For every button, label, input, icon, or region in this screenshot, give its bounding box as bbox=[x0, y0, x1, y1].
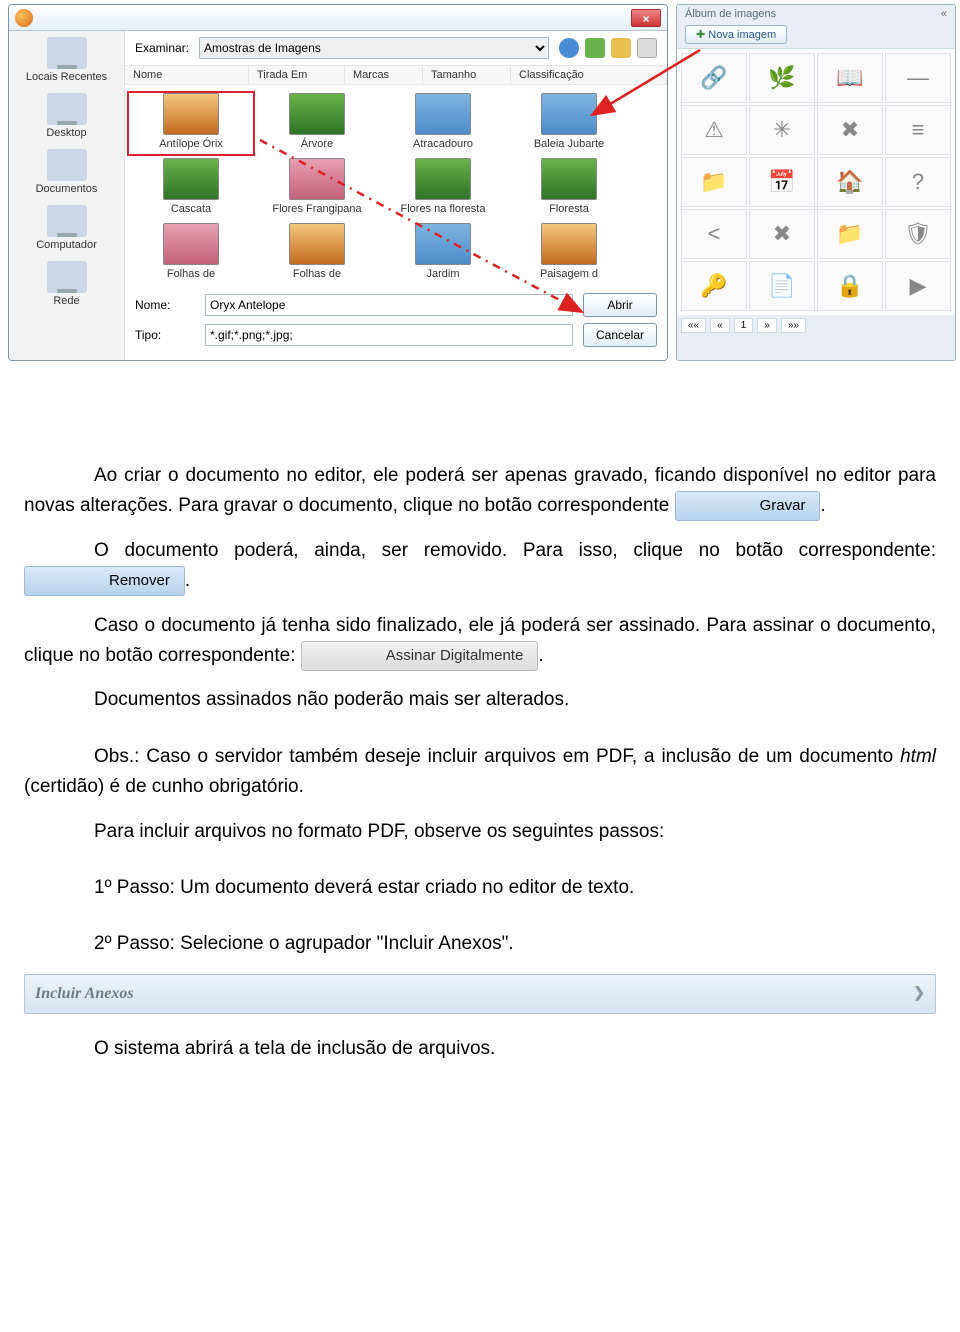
sidebar-item-documents[interactable]: Documentos bbox=[9, 147, 124, 203]
gravar-button[interactable]: Gravar bbox=[675, 491, 821, 521]
firefox-icon bbox=[15, 9, 33, 27]
album-icon[interactable]: ✳ bbox=[749, 105, 815, 155]
dialog-titlebar: × bbox=[9, 5, 667, 31]
sidebar-item-computer[interactable]: Computador bbox=[9, 203, 124, 259]
file-open-dialog: × Locais Recentes Desktop Documentos Com… bbox=[8, 4, 668, 361]
folder-icon[interactable] bbox=[611, 38, 631, 58]
examine-label: Examinar: bbox=[135, 41, 189, 55]
image-album-panel: Álbum de imagens« Nova imagem 🔗🌿📖—⚠✳✖≡📁📅… bbox=[676, 4, 956, 361]
album-icon[interactable]: 🔑 bbox=[681, 261, 747, 311]
album-icon[interactable]: ? bbox=[885, 157, 951, 207]
album-icon[interactable]: < bbox=[681, 209, 747, 259]
album-icon[interactable]: ✖ bbox=[749, 209, 815, 259]
remover-button[interactable]: Remover bbox=[24, 566, 185, 596]
album-icon[interactable]: 📄 bbox=[749, 261, 815, 311]
file-item[interactable]: Folhas de bbox=[255, 223, 379, 284]
file-item[interactable]: Flores Frangipana bbox=[255, 158, 379, 219]
name-label: Nome: bbox=[135, 298, 195, 312]
file-item[interactable]: Folhas de bbox=[129, 223, 253, 284]
folder-select[interactable]: Amostras de Imagens bbox=[199, 37, 549, 59]
filename-input[interactable] bbox=[205, 294, 573, 316]
file-item[interactable]: Árvore bbox=[255, 93, 379, 154]
file-item[interactable]: Jardim bbox=[381, 223, 505, 284]
album-pager[interactable]: «««1»»» bbox=[677, 315, 955, 336]
file-item[interactable]: Atracadouro bbox=[381, 93, 505, 154]
type-label: Tipo: bbox=[135, 328, 195, 342]
album-icon[interactable]: — bbox=[885, 53, 951, 103]
filetype-input[interactable] bbox=[205, 324, 573, 346]
file-item[interactable]: Antílope Órix bbox=[129, 93, 253, 154]
open-button[interactable]: Abrir bbox=[583, 293, 657, 317]
album-title: Álbum de imagens« bbox=[677, 5, 955, 23]
file-grid: Antílope ÓrixÁrvoreAtracadouroBaleia Jub… bbox=[125, 85, 667, 286]
album-icon[interactable]: 📖 bbox=[817, 53, 883, 103]
document-body: Ao criar o documento no editor, ele pode… bbox=[0, 361, 960, 1118]
file-item[interactable]: Cascata bbox=[129, 158, 253, 219]
close-button[interactable]: × bbox=[631, 9, 661, 27]
back-icon[interactable] bbox=[559, 38, 579, 58]
album-icon[interactable]: 📁 bbox=[817, 209, 883, 259]
incluir-anexos-bar[interactable]: Incluir Anexos bbox=[24, 974, 936, 1014]
new-image-button[interactable]: Nova imagem bbox=[685, 25, 787, 44]
cancel-button[interactable]: Cancelar bbox=[583, 323, 657, 347]
album-icon[interactable]: ✖ bbox=[817, 105, 883, 155]
sidebar-item-desktop[interactable]: Desktop bbox=[9, 91, 124, 147]
file-item[interactable]: Flores na floresta bbox=[381, 158, 505, 219]
album-icon[interactable]: ▶ bbox=[885, 261, 951, 311]
album-grid: 🔗🌿📖—⚠✳✖≡📁📅🏠?<✖📁🛡🔑📄🔒▶ bbox=[677, 48, 955, 315]
sidebar-item-network[interactable]: Rede bbox=[9, 259, 124, 315]
album-icon[interactable]: 🏠 bbox=[817, 157, 883, 207]
album-icon[interactable]: 🔗 bbox=[681, 53, 747, 103]
album-icon[interactable]: ⚠ bbox=[681, 105, 747, 155]
album-icon[interactable]: ≡ bbox=[885, 105, 951, 155]
file-item[interactable]: Baleia Jubarte bbox=[507, 93, 631, 154]
album-icon[interactable]: 📁 bbox=[681, 157, 747, 207]
album-icon[interactable]: 🛡 bbox=[885, 209, 951, 259]
album-icon[interactable]: 📅 bbox=[749, 157, 815, 207]
toolbar-icons bbox=[559, 38, 657, 58]
album-icon[interactable]: 🌿 bbox=[749, 53, 815, 103]
file-item[interactable]: Paisagem d bbox=[507, 223, 631, 284]
sidebar-item-recent[interactable]: Locais Recentes bbox=[9, 35, 124, 91]
file-item[interactable]: Floresta bbox=[507, 158, 631, 219]
up-icon[interactable] bbox=[585, 38, 605, 58]
album-icon[interactable]: 🔒 bbox=[817, 261, 883, 311]
column-headers: Nome Tirada Em Marcas Tamanho Classifica… bbox=[125, 65, 667, 85]
assinar-button[interactable]: Assinar Digitalmente bbox=[301, 641, 539, 671]
view-icon[interactable] bbox=[637, 38, 657, 58]
places-sidebar: Locais Recentes Desktop Documentos Compu… bbox=[9, 31, 125, 360]
